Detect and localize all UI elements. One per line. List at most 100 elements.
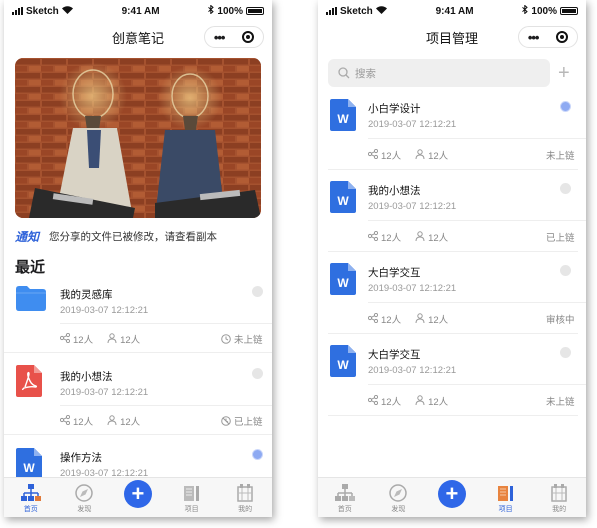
notice-bar[interactable]: 通知 您分享的文件已被修改，请查看副本 [15, 228, 264, 245]
item-name: 小白学设计 [368, 103, 421, 115]
svg-text:W: W [337, 112, 349, 126]
banner-image[interactable] [15, 58, 261, 218]
item-select-radio[interactable] [252, 368, 263, 379]
tab-mine[interactable]: 我的 [539, 482, 579, 514]
tab-discover[interactable]: 发现 [64, 482, 104, 514]
home-tree-icon [334, 482, 356, 504]
people-count: 12人 [428, 151, 449, 162]
status-bar: Sketch 9:41 AM 100% [318, 0, 586, 22]
svg-text:W: W [337, 358, 349, 372]
share-icon[interactable] [367, 148, 379, 162]
people-icon [415, 312, 425, 326]
share-icon[interactable] [59, 414, 71, 428]
people-count: 12人 [120, 417, 141, 428]
search-placeholder: 搜索 [355, 67, 376, 80]
share-icon[interactable] [367, 312, 379, 326]
battery-percent: 100% [217, 5, 243, 17]
divider [368, 138, 586, 139]
item-date: 2019-03-07 12:12:21 [368, 283, 457, 294]
search-input[interactable]: 搜索 [328, 59, 550, 87]
item-select-radio[interactable] [560, 265, 571, 276]
item-date: 2019-03-07 12:12:21 [60, 387, 149, 398]
tab-mine[interactable]: 我的 [225, 482, 265, 514]
chain-status: 已上链 [221, 414, 263, 428]
share-count: 12人 [381, 397, 402, 408]
share-count: 12人 [73, 335, 94, 346]
item-name: 大白学交互 [368, 267, 421, 279]
divider [368, 384, 586, 385]
divider [60, 323, 272, 324]
mine-icon [234, 482, 256, 504]
close-program-icon[interactable] [242, 31, 255, 43]
pdf-icon [16, 365, 42, 397]
tab-home[interactable]: 首页 [11, 482, 51, 514]
item-select-radio[interactable] [252, 286, 263, 297]
item-date: 2019-03-07 12:12:21 [368, 365, 457, 376]
item-select-radio[interactable] [560, 101, 571, 112]
bluetooth-icon [208, 4, 215, 17]
people-icon [415, 148, 425, 162]
more-options-icon[interactable]: ••• [214, 30, 226, 45]
carrier-label: Sketch [340, 5, 373, 17]
carrier-label: Sketch [26, 5, 59, 17]
item-name: 我的小想法 [368, 185, 421, 197]
discover-compass-icon [73, 482, 95, 504]
share-icon[interactable] [367, 230, 379, 244]
tab-add[interactable]: + [118, 480, 158, 514]
share-icon[interactable] [59, 332, 71, 346]
tab-home[interactable]: 首页 [325, 482, 365, 514]
item-select-radio[interactable] [252, 449, 263, 460]
tab-home-label: 首页 [23, 506, 38, 513]
add-button[interactable]: + [123, 480, 152, 508]
tab-add[interactable]: + [432, 480, 472, 514]
tab-discover[interactable]: 发现 [378, 482, 418, 514]
status-bar: Sketch 9:41 AM 100% [4, 0, 272, 22]
item-meta: 12人 12人 [59, 414, 154, 428]
battery-percent: 100% [531, 5, 557, 17]
battery-icon [245, 7, 264, 15]
share-count: 12人 [381, 233, 402, 244]
page-title: 创意笔记 [111, 30, 164, 46]
people-count: 12人 [428, 315, 449, 326]
tab-discover-label: 发现 [391, 506, 406, 513]
item-name: 我的小想法 [60, 371, 113, 383]
share-icon[interactable] [367, 394, 379, 408]
wifi-icon [61, 6, 73, 16]
tab-mine-label: 我的 [238, 506, 253, 513]
word-doc-icon: W [330, 181, 356, 213]
tab-mine-label: 我的 [552, 506, 567, 513]
search-icon [338, 67, 350, 79]
divider [368, 302, 586, 303]
share-count: 12人 [381, 315, 402, 326]
phone-project-screen: Sketch 9:41 AM 100% 项目管理 ••• 搜索 + W 小白学设… [318, 0, 586, 517]
chain-status-text: 已上链 [546, 233, 575, 244]
tab-project[interactable]: 项目 [172, 482, 212, 514]
divider [4, 352, 272, 353]
item-name: 我的灵感库 [60, 289, 113, 301]
chain-status-text: 已上链 [234, 417, 263, 428]
signal-icon [326, 7, 337, 15]
share-count: 12人 [381, 151, 402, 162]
status-time: 9:41 AM [121, 5, 160, 17]
add-project-icon[interactable]: + [558, 62, 570, 85]
recent-section-title: 最近 [15, 259, 46, 276]
tab-project[interactable]: 项目 [486, 482, 526, 514]
signal-icon [12, 7, 23, 15]
tab-bar: 首页 发现 + 项目 我的 [4, 477, 272, 517]
close-program-icon[interactable] [556, 31, 569, 43]
add-button[interactable]: + [437, 480, 466, 508]
item-select-radio[interactable] [560, 183, 571, 194]
page-title: 项目管理 [425, 30, 478, 46]
people-count: 12人 [428, 397, 449, 408]
more-options-icon[interactable]: ••• [528, 30, 540, 45]
chain-status-text: 未上链 [546, 151, 575, 162]
chain-status-text: 审核中 [546, 315, 575, 326]
people-count: 12人 [428, 233, 449, 244]
item-select-radio[interactable] [560, 347, 571, 358]
notice-text: 您分享的文件已被修改，请查看副本 [49, 231, 218, 243]
search-row: 搜索 + [328, 59, 578, 87]
word-doc-icon: W [330, 99, 356, 131]
people-icon [107, 332, 117, 346]
mine-icon [548, 482, 570, 504]
discover-compass-icon [387, 482, 409, 504]
